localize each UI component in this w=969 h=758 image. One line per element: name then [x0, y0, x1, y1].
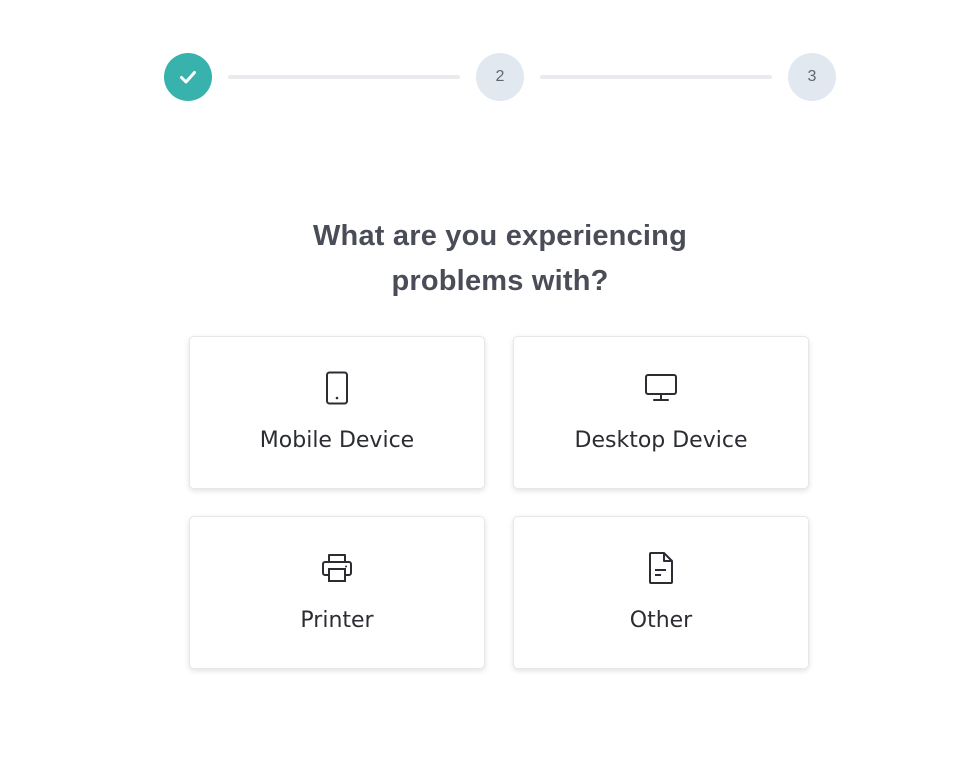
question-line-1: What are you experiencing — [312, 220, 688, 252]
option-mobile-device[interactable]: Mobile Device — [189, 336, 485, 489]
step-3: 3 — [788, 53, 836, 101]
option-other[interactable]: Other — [513, 516, 809, 669]
option-label: Printer — [300, 608, 374, 633]
question-line-2: problems with? — [391, 265, 609, 297]
step-1-complete — [164, 53, 212, 101]
step-2: 2 — [476, 53, 524, 101]
progress-stepper: 2 3 — [164, 53, 836, 101]
step-connector — [540, 75, 772, 79]
desktop-monitor-icon — [643, 370, 679, 406]
mobile-phone-icon — [319, 370, 355, 406]
printer-icon — [319, 550, 355, 586]
option-printer[interactable]: Printer — [189, 516, 485, 669]
option-label: Desktop Device — [574, 428, 748, 453]
option-label: Mobile Device — [259, 428, 415, 453]
page: 2 3 What are you experiencing problems w… — [0, 0, 969, 758]
question-heading: What are you experiencing problems with? — [0, 214, 969, 304]
option-label: Other — [629, 608, 693, 633]
step-connector — [228, 75, 460, 79]
document-icon — [643, 550, 679, 586]
check-icon — [180, 71, 196, 84]
option-desktop-device[interactable]: Desktop Device — [513, 336, 809, 489]
